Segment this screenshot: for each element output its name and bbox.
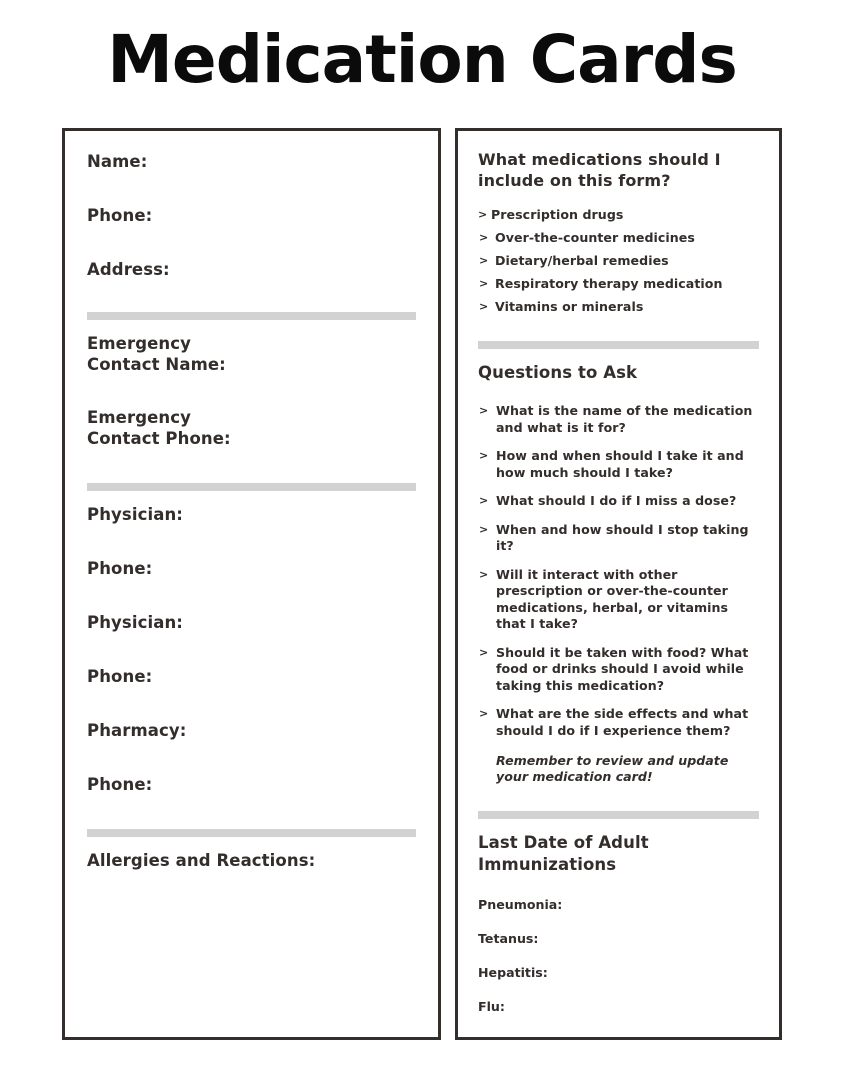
field-label-physician-2-phone: Phone: [87,667,153,686]
field-group-providers: Physician: Phone: Physician: Phone: Phar… [87,504,416,795]
list-item: > Should it be taken with food? What food… [478,645,759,695]
questions-list: > What is the name of the medication and … [478,403,759,739]
chevron-right-icon: > [479,231,489,244]
field-label-address: Address: [87,260,170,279]
chevron-right-icon: > [479,277,489,290]
field-label-name: Name: [87,152,148,171]
list-item: > What are the side effects and what shou… [478,706,759,739]
chevron-right-icon: > [478,208,488,221]
list-item: > Will it interact with other prescriptio… [478,567,759,633]
section-divider [87,483,416,491]
section-divider [87,312,416,320]
field-label-physician-1-phone: Phone: [87,559,153,578]
chevron-right-icon: > [479,645,489,659]
page-canvas: Medication Cards Name: Phone: Address: E… [0,0,844,1080]
list-item-label: What is the name of the medication and w… [496,403,753,435]
immunization-label-tetanus: Tetanus: [478,931,539,946]
right-card-content: What medications should I include on thi… [458,131,779,1015]
list-item: > How and when should I take it and how m… [478,448,759,481]
immunization-label-hepatitis: Hepatitis: [478,965,548,980]
list-item-label: Over-the-counter medicines [495,230,695,245]
list-item: > Dietary/herbal remedies [478,253,759,270]
list-item-label: How and when should I take it and how mu… [496,448,744,480]
field-label-emergency-contact-phone: Emergency Contact Phone: [87,408,231,448]
immunizations-list: Pneumonia: Tetanus: Hepatitis: Flu: [478,896,759,1015]
medication-card-right: What medications should I include on thi… [455,128,782,1040]
chevron-right-icon: > [479,707,489,720]
field-label-phone: Phone: [87,206,153,225]
list-item-label: Respiratory therapy medication [495,276,723,291]
field-label-emergency-contact-name: Emergency Contact Name: [87,334,226,374]
chevron-right-icon: > [479,494,489,507]
list-item-label: Vitamins or minerals [495,299,644,314]
field-group-emergency: Emergency Contact Name: Emergency Contac… [87,333,416,449]
section-divider [87,829,416,837]
list-item: > Respiratory therapy medication [478,276,759,293]
list-item: > What should I do if I miss a dose? [478,493,759,510]
field-label-allergies-and-reactions: Allergies and Reactions: [87,851,316,870]
reminder-note: Remember to review and update your medic… [496,753,729,784]
field-group-personal: Name: Phone: Address: [87,151,416,280]
chevron-right-icon: > [479,300,489,313]
section-heading-medications: What medications should I include on thi… [478,150,721,190]
chevron-right-icon: > [479,254,489,267]
field-label-physician-1: Physician: [87,505,183,524]
list-item-label: Will it interact with other prescription… [496,566,729,632]
list-item: > Vitamins or minerals [478,299,759,316]
chevron-right-icon: > [479,567,489,581]
list-item-label: Dietary/herbal remedies [495,253,669,268]
list-item-label: What should I do if I miss a dose? [496,493,737,508]
medications-list: > Prescription drugs > Over-the-counter me… [478,207,759,316]
medication-card-left: Name: Phone: Address: Emergency Contact … [62,128,441,1040]
list-item: > Prescription drugs [478,207,759,224]
chevron-right-icon: > [479,404,489,417]
chevron-right-icon: > [479,449,489,462]
list-item-label: Prescription drugs [491,207,624,222]
left-card-content: Name: Phone: Address: Emergency Contact … [65,131,438,871]
list-item-label: When and how should I stop taking it? [496,521,749,554]
section-heading-questions: Questions to Ask [478,363,638,382]
field-label-physician-2: Physician: [87,613,183,632]
list-item: > What is the name of the medication and … [478,403,759,436]
list-item: > Over-the-counter medicines [478,230,759,247]
field-label-pharmacy-phone: Phone: [87,775,153,794]
section-heading-immunizations: Last Date of Adult Immunizations [478,833,649,874]
immunization-label-pneumonia: Pneumonia: [478,897,563,912]
list-item-label: Should it be taken with food? What food … [496,644,749,693]
section-divider [478,341,759,349]
chevron-right-icon: > [479,522,489,536]
section-divider [478,811,759,819]
page-title: Medication Cards [107,21,738,98]
list-item-label: What are the side effects and what shoul… [496,706,749,738]
field-label-pharmacy: Pharmacy: [87,721,187,740]
list-item: > When and how should I stop taking it? [478,522,759,555]
immunization-label-flu: Flu: [478,999,505,1014]
